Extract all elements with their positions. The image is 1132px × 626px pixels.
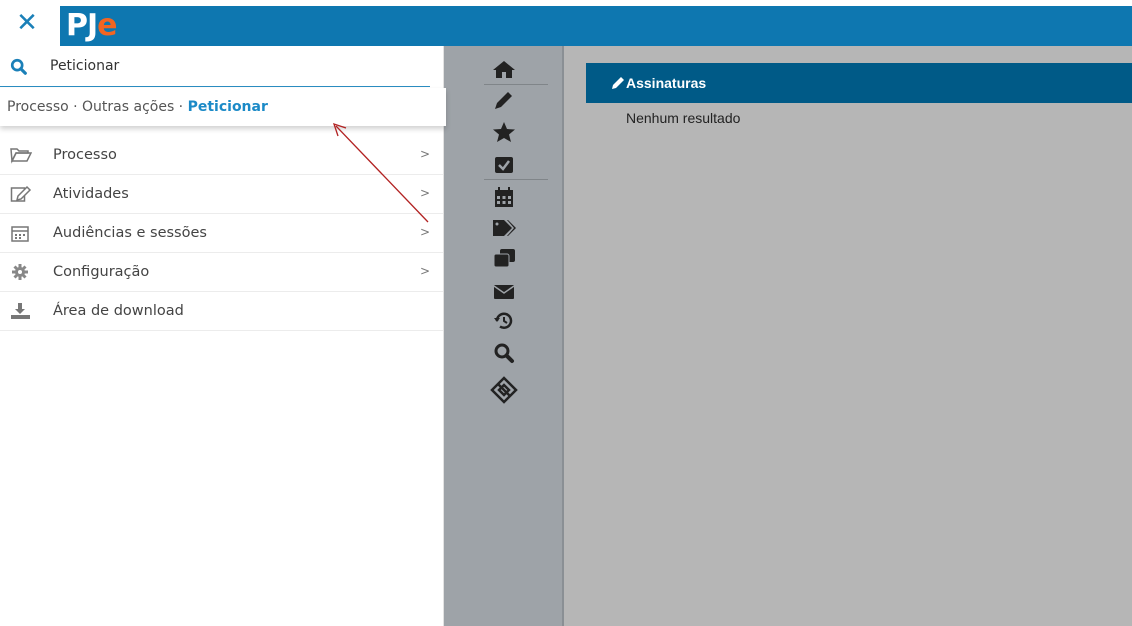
folder-open-icon — [10, 148, 32, 164]
search-icon[interactable] — [492, 342, 516, 364]
check-square-icon[interactable] — [492, 154, 516, 176]
envelope-icon[interactable] — [492, 280, 516, 302]
main-content: Assinaturas Nenhum resultado — [564, 46, 1132, 626]
header-band — [60, 6, 1132, 46]
history-icon[interactable] — [492, 310, 516, 332]
menu-item-area-download[interactable]: Área de download — [0, 292, 443, 331]
menu-item-label: Área de download — [53, 303, 184, 319]
chevron-right-icon: > — [420, 264, 431, 278]
menu-item-label: Processo — [53, 147, 117, 163]
download-icon — [11, 303, 30, 319]
pje-logo[interactable]: PJ e — [66, 7, 118, 43]
edit-icon — [10, 185, 32, 202]
calendar-icon[interactable] — [492, 186, 516, 208]
divider — [484, 84, 548, 85]
panel-title: Assinaturas — [626, 75, 707, 91]
menu-item-label: Configuração — [53, 264, 150, 280]
top-bar: ✕ PJ e — [0, 0, 1132, 46]
suggestion-highlight: Peticionar — [187, 99, 268, 115]
gear-icon — [12, 264, 28, 280]
pencil-icon — [612, 77, 624, 89]
close-icon[interactable]: ✕ — [14, 10, 40, 36]
menu-item-label: Atividades — [53, 186, 129, 202]
search-icon — [10, 58, 27, 75]
chevron-right-icon: > — [420, 225, 431, 239]
menu-search — [0, 46, 430, 87]
icon-sidebar — [444, 46, 564, 626]
logo-accent: e — [97, 7, 117, 43]
menu-item-audiencias[interactable]: Audiências e sessões > — [0, 214, 443, 253]
home-icon[interactable] — [492, 59, 516, 81]
assinaturas-panel-header: Assinaturas — [586, 63, 1132, 103]
menu-item-configuracao[interactable]: Configuração > — [0, 253, 443, 292]
divider — [484, 179, 548, 180]
search-input[interactable] — [50, 54, 410, 78]
menu-item-label: Audiências e sessões — [53, 225, 207, 241]
empty-result-text: Nenhum resultado — [626, 110, 741, 126]
navigation-menu: Processo · Outras ações · Peticionar Pro… — [0, 46, 446, 626]
search-suggestion[interactable]: Processo · Outras ações · Peticionar — [0, 88, 446, 126]
suggestion-path: Processo · Outras ações · — [7, 99, 188, 115]
chevron-right-icon: > — [420, 147, 431, 161]
menu-item-atividades[interactable]: Atividades > — [0, 175, 443, 214]
pencil-icon[interactable] — [492, 90, 516, 112]
calendar-icon — [11, 226, 29, 242]
clone-icon[interactable] — [492, 247, 516, 269]
star-icon[interactable] — [492, 121, 516, 143]
logo-text: PJ — [66, 7, 98, 43]
menu-list: Processo > Atividades > Audiências e ses… — [0, 136, 443, 331]
flow-icon[interactable] — [490, 376, 518, 404]
menu-item-processo[interactable]: Processo > — [0, 136, 443, 175]
tags-icon[interactable] — [492, 216, 516, 238]
chevron-right-icon: > — [420, 186, 431, 200]
